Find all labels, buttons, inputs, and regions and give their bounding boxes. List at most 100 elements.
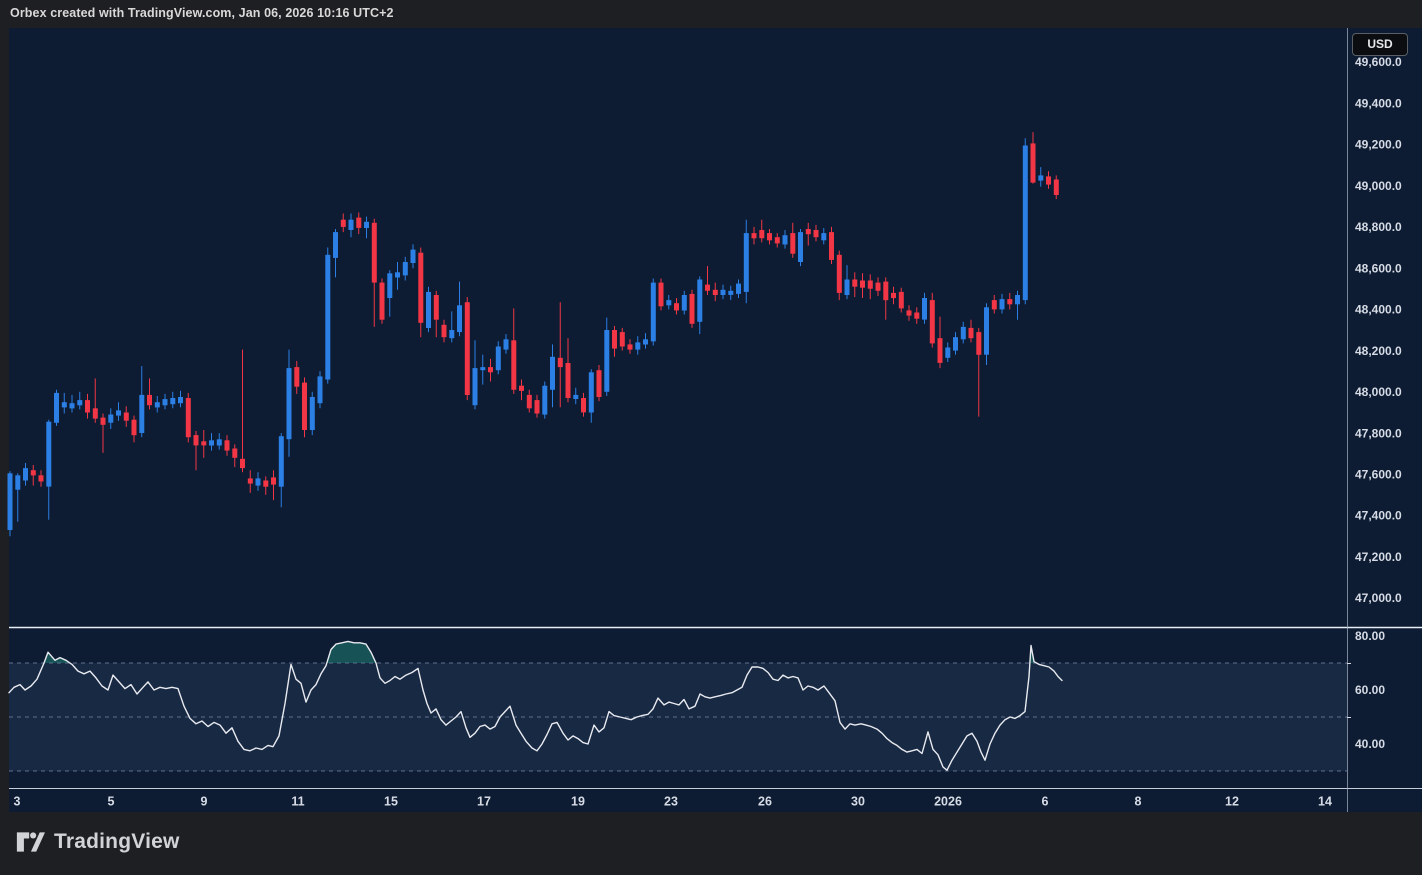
- candle-body: [899, 292, 904, 309]
- candle-body: [387, 273, 392, 298]
- candle-body: [310, 397, 315, 430]
- candle-body: [395, 272, 400, 277]
- rsi-axis-label: 80.00: [1355, 629, 1385, 643]
- candle-body: [356, 218, 361, 228]
- candle-body: [643, 339, 648, 344]
- candle-body: [449, 330, 454, 338]
- candle-body: [845, 280, 850, 296]
- candle-body: [411, 250, 416, 263]
- candle-body: [876, 283, 881, 291]
- candle-body: [1023, 146, 1028, 301]
- candle-body: [1054, 180, 1059, 196]
- candle-body: [46, 422, 51, 487]
- candle-body: [976, 332, 981, 355]
- candle-body: [108, 415, 113, 423]
- candle-body: [759, 230, 764, 238]
- candle-body: [170, 398, 175, 404]
- candle-body: [380, 283, 385, 320]
- time-axis-label: 5: [108, 795, 115, 809]
- candle-body: [488, 367, 493, 372]
- candle-body: [194, 435, 199, 445]
- candle-body: [542, 386, 547, 415]
- candle-body: [349, 220, 354, 230]
- price-axis-label: 49,200.0: [1355, 138, 1402, 152]
- time-axis-label: 2026: [934, 795, 962, 809]
- candlestick-chart[interactable]: 49,600.049,400.049,200.049,000.048,800.0…: [0, 0, 1422, 875]
- candle-body: [426, 292, 431, 328]
- candle-body: [248, 478, 253, 483]
- price-axis-label: 47,800.0: [1355, 426, 1402, 440]
- candle-body: [860, 281, 865, 288]
- candle-body: [101, 418, 106, 425]
- candle-body: [736, 284, 741, 294]
- candle-body: [852, 280, 857, 287]
- candle-body: [1038, 175, 1043, 180]
- tradingview-logo[interactable]: TradingView: [16, 830, 180, 854]
- candle-body: [418, 253, 423, 323]
- candle-body: [77, 400, 82, 405]
- price-axis-label: 49,600.0: [1355, 55, 1402, 69]
- candle-body: [364, 222, 369, 228]
- candle-body: [178, 397, 183, 403]
- time-axis-label: 12: [1225, 795, 1239, 809]
- candle-body: [403, 262, 408, 275]
- candle-body: [883, 282, 888, 301]
- price-axis-label: 48,400.0: [1355, 303, 1402, 317]
- candle-body: [147, 395, 152, 405]
- candle-body: [1007, 299, 1012, 304]
- candle-body: [480, 367, 485, 370]
- candle-body: [217, 439, 222, 445]
- time-axis-label: 8: [1135, 795, 1142, 809]
- candle-body: [907, 310, 912, 315]
- candle-body: [767, 233, 772, 240]
- candle-body: [31, 470, 36, 475]
- time-axis-label: 30: [851, 795, 865, 809]
- candle-body: [504, 339, 509, 349]
- candle-body: [635, 342, 640, 349]
- candle-body: [70, 403, 75, 408]
- candle-body: [573, 395, 578, 399]
- candle-body: [39, 475, 44, 481]
- candle-body: [550, 357, 555, 390]
- candle-body: [325, 255, 330, 380]
- candle-body: [790, 233, 795, 254]
- candle-body: [868, 281, 873, 289]
- candle-body: [155, 402, 160, 407]
- candle-body: [984, 307, 989, 354]
- time-axis-label: 9: [201, 795, 208, 809]
- candle-body: [713, 290, 718, 295]
- candle-body: [209, 440, 214, 445]
- candle-body: [837, 255, 842, 293]
- candle-body: [666, 300, 671, 305]
- time-axis-label: 26: [758, 795, 772, 809]
- candle-body: [783, 235, 788, 244]
- candle-body: [93, 408, 98, 418]
- candle-body: [829, 232, 834, 260]
- candle-body: [256, 478, 261, 485]
- tradingview-logo-icon: [16, 830, 45, 854]
- price-axis-label: 48,000.0: [1355, 385, 1402, 399]
- time-axis-label: 17: [477, 795, 491, 809]
- currency-button[interactable]: USD: [1352, 33, 1408, 56]
- price-axis-label: 48,800.0: [1355, 220, 1402, 234]
- candle-body: [604, 330, 609, 392]
- candle-body: [372, 223, 377, 283]
- price-axis-label: 47,200.0: [1355, 550, 1402, 564]
- candle-body: [806, 229, 811, 234]
- candle-body: [23, 468, 28, 480]
- time-axis-label: 15: [384, 795, 398, 809]
- candle-body: [535, 400, 540, 413]
- candle-body: [961, 327, 966, 339]
- candle-body: [333, 232, 338, 258]
- candle-body: [744, 233, 749, 292]
- candle-body: [163, 399, 168, 405]
- candle-body: [465, 302, 470, 395]
- candle-body: [930, 300, 935, 343]
- candle-body: [589, 372, 594, 412]
- candle-body: [775, 237, 780, 243]
- candle-body: [294, 367, 299, 387]
- rsi-axis-label: 40.00: [1355, 737, 1385, 751]
- candle-body: [705, 285, 710, 291]
- candle-body: [302, 383, 307, 430]
- candle-body: [496, 347, 501, 371]
